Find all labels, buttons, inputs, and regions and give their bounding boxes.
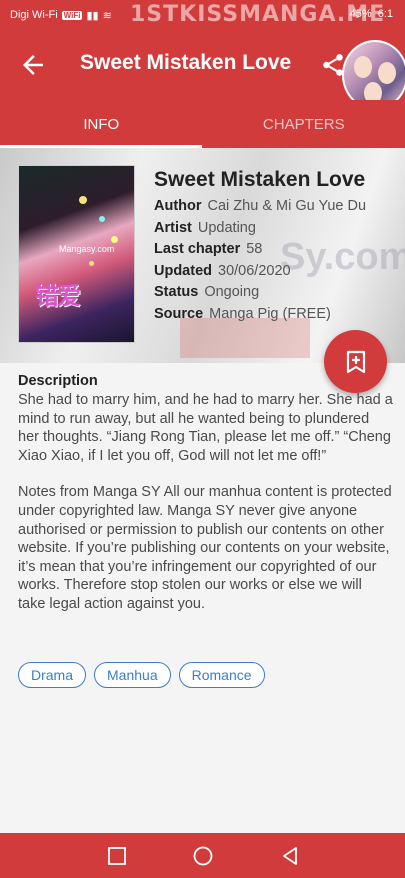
battery-label: 45% <box>349 8 372 20</box>
watermark-text: 1STKISSMANGA.ME <box>130 2 386 27</box>
description-paragraph: She had to marry him, and he had to marr… <box>18 392 393 464</box>
square-icon[interactable] <box>106 845 128 867</box>
detail-value: Cai Zhu & Mi Gu Yue Du <box>207 198 367 214</box>
tab-chapters[interactable]: CHAPTERS <box>203 100 405 148</box>
cover-image[interactable]: Mangasy.com 错爱 <box>18 165 135 343</box>
notes-paragraph: Notes from Manga SY All our manhua conte… <box>18 484 392 612</box>
genre-chip-drama[interactable]: Drama <box>18 662 87 688</box>
tab-chapters-label: CHAPTERS <box>262 115 345 133</box>
genre-chips: Drama Manhua Romance <box>18 662 265 688</box>
detail-key: Updated <box>154 262 212 279</box>
detail-row-author: Author Cai Zhu & Mi Gu Yue Du <box>154 196 404 218</box>
manga-title: Sweet Mistaken Love <box>154 168 366 191</box>
time-label: 6:1 <box>377 8 393 20</box>
arrow-left-icon <box>23 55 43 75</box>
status-bar: Digi Wi-Fi WiFi ▮▮ ≋ 1STKISSMANGA.ME 45%… <box>0 0 405 30</box>
circle-icon[interactable] <box>192 845 214 867</box>
detail-row-artist: Artist Updating <box>154 218 404 240</box>
detail-row-updated: Updated 30/06/2020 <box>154 261 404 283</box>
bookmark-add-icon <box>346 350 365 373</box>
system-nav-bar <box>0 833 405 878</box>
cover-watermark: Mangasy.com <box>59 244 115 254</box>
detail-key: Author <box>154 198 202 214</box>
manga-details: Sweet Mistaken Love Author Cai Zhu & Mi G… <box>154 168 404 325</box>
detail-value: Updating <box>197 219 256 236</box>
detail-row-last-chapter: Last chapter 58 <box>154 239 404 261</box>
tab-info[interactable]: INFO <box>0 100 203 148</box>
signal-icon: ▮▮ <box>86 9 99 22</box>
description-section: Description She had to marry him, and he… <box>18 373 393 614</box>
detail-value: Ongoing <box>204 284 260 300</box>
status-right: 45% 6:1 <box>350 8 393 20</box>
tab-bar: INFO CHAPTERS <box>0 100 405 148</box>
detail-key: Last chapter <box>154 241 241 257</box>
detail-row-source: Source Manga Pig (FREE) <box>154 304 404 326</box>
wifi-icon: ≋ <box>102 9 112 22</box>
detail-value: 30/06/2020 <box>218 262 291 279</box>
genre-chip-romance[interactable]: Romance <box>178 662 265 688</box>
cover-title: 错爱 <box>35 283 81 310</box>
wifi-badge: WiFi <box>61 10 83 20</box>
page-title: Sweet Mistaken Love <box>80 51 292 74</box>
detail-value: 58 <box>246 241 263 257</box>
detail-row-status: Status Ongoing <box>154 282 404 304</box>
detail-value: Manga Pig (FREE) <box>209 305 331 322</box>
tab-info-label: INFO <box>83 115 120 133</box>
app-bar: Sweet Mistaken Love <box>0 30 405 110</box>
carrier-label: Digi Wi-Fi <box>10 9 58 21</box>
status-left: Digi Wi-Fi WiFi ▮▮ ≋ <box>10 9 112 22</box>
description-heading: Description <box>18 373 98 389</box>
triangle-back-icon[interactable] <box>279 845 301 867</box>
detail-key: Artist <box>154 219 192 236</box>
genre-chip-manhua[interactable]: Manhua <box>94 662 171 688</box>
detail-key: Source <box>154 305 204 322</box>
back-button[interactable] <box>18 50 48 80</box>
detail-key: Status <box>154 284 199 300</box>
